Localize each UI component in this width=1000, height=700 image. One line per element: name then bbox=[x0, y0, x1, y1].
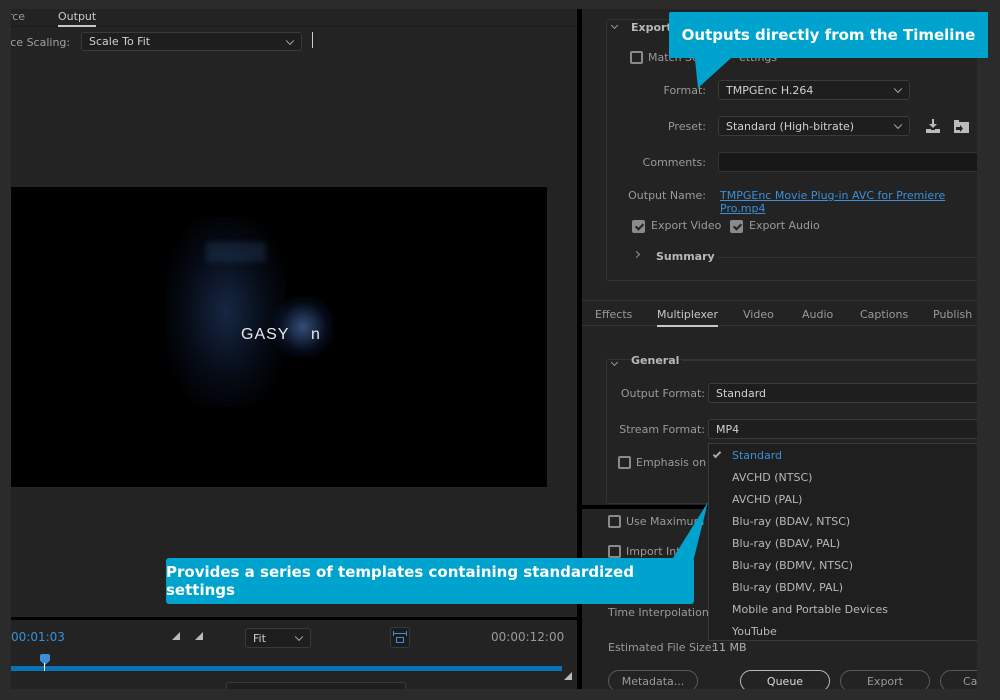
callout-bottom-text: Provides a series of templates containin… bbox=[166, 563, 634, 599]
general-heading: General bbox=[631, 354, 680, 367]
playhead-line bbox=[44, 663, 45, 671]
output-format-dropdown: Standard AVCHD (NTSC) AVCHD (PAL) Blu-ra… bbox=[708, 443, 988, 641]
queue-button[interactable]: Queue bbox=[740, 670, 830, 689]
dropdown-item[interactable]: AVCHD (NTSC) bbox=[732, 471, 812, 484]
stream-format-select[interactable]: MP4 bbox=[708, 419, 988, 439]
queue-button-label: Queue bbox=[766, 674, 804, 688]
safe-margins-button[interactable] bbox=[390, 627, 410, 648]
safe-margins-icon-arrow bbox=[394, 633, 406, 634]
divider bbox=[312, 32, 313, 48]
emphasis-checkbox[interactable] bbox=[618, 456, 631, 469]
zoom-fit-select[interactable]: Fit bbox=[245, 628, 311, 648]
use-maximum-checkbox[interactable] bbox=[608, 515, 621, 528]
current-timecode[interactable]: :00:01:03 bbox=[11, 630, 65, 644]
general-divider bbox=[682, 360, 988, 361]
stream-format-label: Stream Format: bbox=[619, 423, 705, 436]
video-title-text: GASY n bbox=[241, 326, 320, 344]
tab-audio[interactable]: Audio bbox=[802, 308, 833, 321]
timeline-separator bbox=[11, 617, 577, 620]
tab-video[interactable]: Video bbox=[743, 308, 774, 321]
timeline-track[interactable] bbox=[11, 666, 562, 671]
preset-label: Preset: bbox=[667, 120, 706, 133]
mark-out-icon[interactable] bbox=[195, 632, 203, 640]
callout-top: Outputs directly from the Timeline bbox=[669, 12, 988, 58]
dropdown-item[interactable]: Blu-ray (BDMV, NTSC) bbox=[732, 559, 853, 572]
output-name-link[interactable]: TMPGEnc Movie Plug-in AVC for Premiere P… bbox=[720, 189, 988, 215]
tab-captions[interactable]: Captions bbox=[860, 308, 908, 321]
chevron-down-icon bbox=[893, 84, 903, 94]
duration-timecode: 00:00:12:00 bbox=[491, 630, 565, 644]
file-size-value: 11 MB bbox=[712, 641, 747, 654]
comments-input[interactable] bbox=[718, 152, 988, 172]
output-name-label: Output Name: bbox=[628, 189, 706, 202]
playhead-handle[interactable] bbox=[40, 654, 50, 665]
dropdown-item[interactable]: Blu-ray (BDAV, PAL) bbox=[732, 537, 840, 550]
tab-output[interactable]: Output bbox=[58, 10, 97, 27]
source-scaling-label: urce Scaling: bbox=[11, 36, 71, 49]
tab-publish[interactable]: Publish bbox=[933, 308, 972, 321]
preset-value: Standard (High-bitrate) bbox=[726, 119, 855, 133]
chevron-down-icon bbox=[285, 36, 295, 45]
video-glow bbox=[206, 242, 266, 262]
output-format-value: Standard bbox=[716, 386, 767, 400]
stream-format-value: MP4 bbox=[716, 422, 740, 436]
video-text-tail: n bbox=[311, 326, 321, 343]
tab-source[interactable]: urce bbox=[11, 10, 25, 23]
export-video-checkbox[interactable] bbox=[632, 220, 645, 233]
summary-divider bbox=[718, 257, 988, 258]
tab-effects[interactable]: Effects bbox=[595, 308, 632, 321]
callout-bottom: Provides a series of templates containin… bbox=[166, 558, 694, 604]
time-interpolation-label: Time Interpolation: bbox=[608, 606, 713, 619]
video-text-main: GASY bbox=[241, 326, 290, 343]
preset-select[interactable]: Standard (High-bitrate) bbox=[718, 116, 910, 136]
export-button-label: Export bbox=[866, 674, 903, 688]
safe-margins-icon-edge bbox=[406, 631, 407, 636]
export-button[interactable]: Export bbox=[840, 670, 930, 689]
dropdown-item[interactable]: YouTube bbox=[732, 625, 777, 638]
import-preset-icon[interactable] bbox=[953, 119, 970, 134]
dropdown-item[interactable]: AVCHD (PAL) bbox=[732, 493, 802, 506]
import-into-checkbox[interactable] bbox=[608, 545, 621, 558]
chevron-down-icon bbox=[893, 120, 903, 130]
file-size-label: Estimated File Size: bbox=[608, 641, 716, 654]
dropdown-item[interactable]: Blu-ray (BDAV, NTSC) bbox=[732, 515, 850, 528]
work-area-end-icon[interactable] bbox=[564, 672, 572, 680]
summary-heading[interactable]: Summary bbox=[656, 250, 715, 263]
safe-margins-icon-box bbox=[396, 637, 404, 643]
dropdown-item[interactable]: Blu-ray (BDMV, PAL) bbox=[732, 581, 843, 594]
comments-label: Comments: bbox=[642, 156, 706, 169]
output-format-select[interactable]: Standard bbox=[708, 383, 988, 403]
mark-in-icon[interactable] bbox=[172, 632, 180, 640]
source-scaling-select[interactable]: Scale To Fit bbox=[81, 32, 302, 51]
dropdown-item[interactable]: Standard bbox=[732, 449, 782, 462]
checkmark-icon bbox=[712, 449, 722, 459]
match-sequence-checkbox[interactable] bbox=[630, 51, 643, 64]
export-settings-title: Export bbox=[631, 21, 672, 34]
export-audio-checkbox[interactable] bbox=[730, 220, 743, 233]
window-edge bbox=[977, 9, 988, 689]
callout-top-text: Outputs directly from the Timeline bbox=[681, 26, 976, 44]
output-format-label: Output Format: bbox=[620, 387, 705, 400]
dropdown-item[interactable]: Mobile and Portable Devices bbox=[732, 603, 888, 616]
tab-multiplexer[interactable]: Multiplexer bbox=[657, 308, 718, 327]
source-scaling-value: Scale To Fit bbox=[89, 35, 151, 48]
zoom-fit-value: Fit bbox=[253, 631, 266, 645]
chevron-down-icon bbox=[294, 632, 304, 642]
save-preset-icon[interactable] bbox=[925, 118, 941, 134]
source-range-select[interactable] bbox=[226, 682, 406, 689]
export-video-label: Export Video bbox=[651, 219, 722, 232]
export-audio-label: Export Audio bbox=[749, 219, 820, 232]
preview-tabs: urce Output bbox=[11, 9, 577, 27]
settings-tabs: Effects Multiplexer Video Audio Captions… bbox=[582, 300, 988, 327]
video-preview: GASY n bbox=[11, 187, 547, 487]
metadata-button[interactable]: Metadata... bbox=[608, 670, 698, 689]
metadata-button-label: Metadata... bbox=[621, 674, 685, 688]
